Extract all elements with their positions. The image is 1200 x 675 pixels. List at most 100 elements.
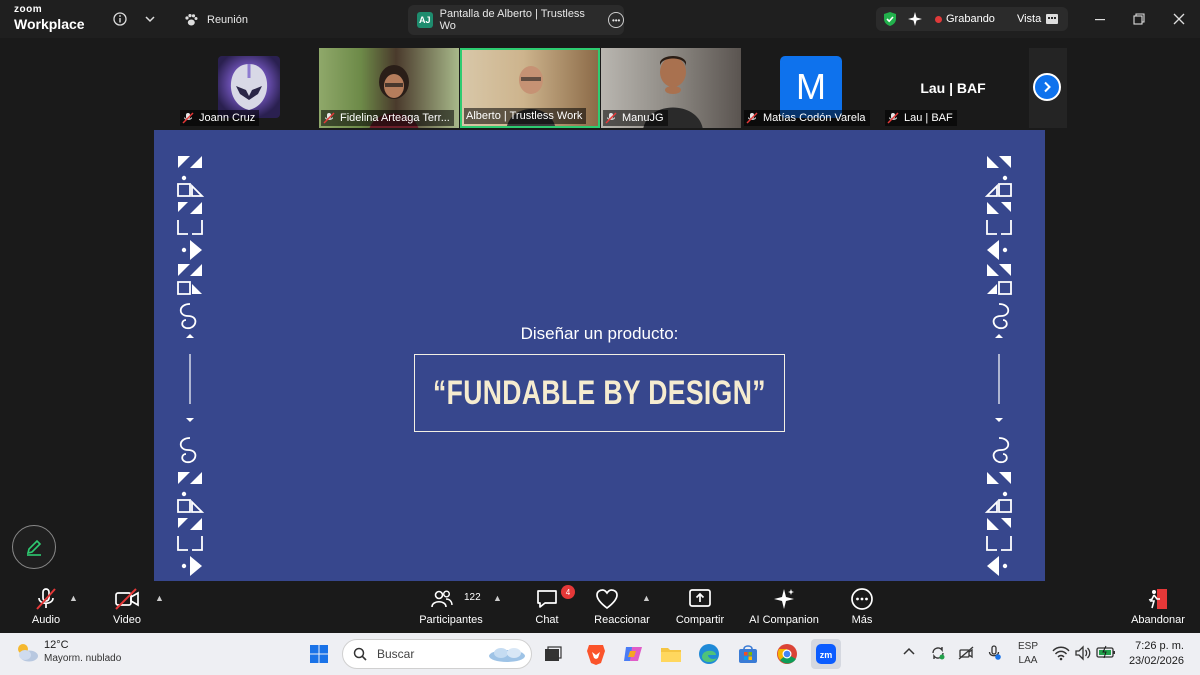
more-label: Más [851, 614, 873, 626]
restore-icon[interactable] [1129, 9, 1149, 29]
sync-icon[interactable] [930, 645, 946, 664]
participant-label: Joann Cruz [180, 110, 260, 126]
wifi-icon[interactable] [1052, 645, 1070, 664]
minimize-icon[interactable] [1090, 9, 1110, 29]
grid-view-icon [1046, 14, 1059, 24]
participant-name: Alberto | Trustless Work [466, 110, 583, 122]
windows-taskbar: 12°C Mayorm. nublado Buscar zm ESP LAA 7… [0, 633, 1200, 675]
battery-icon[interactable] [1096, 645, 1116, 662]
search-placeholder: Buscar [377, 647, 415, 661]
participant-tile[interactable]: M Matías Codón Varela [742, 48, 882, 128]
audio-label: Audio [31, 614, 61, 626]
mic-off-icon [182, 112, 194, 124]
tab-screen-share-label: Pantalla de Alberto | Trustless Wo [439, 8, 585, 32]
participant-tile[interactable]: Lau | BAF Lau | BAF [883, 48, 1023, 128]
paw-icon [184, 13, 198, 27]
slide-title: “FUNDABLE BY DESIGN” [433, 373, 766, 412]
more-options-icon[interactable]: ••• [608, 12, 624, 28]
mic-tray-icon[interactable] [986, 645, 1002, 664]
clock-date: 23/02/2026 [1128, 655, 1184, 668]
title-bar: zoom Workplace Reunión AJ Pantalla de Al… [0, 0, 1200, 38]
tab-meeting-label: Reunión [207, 14, 248, 26]
edge-browser-icon[interactable] [696, 641, 722, 667]
tab-meeting[interactable]: Reunión [184, 5, 248, 35]
mic-off-icon [323, 112, 335, 124]
ai-companion-button[interactable]: AI Companion [748, 587, 820, 629]
close-icon[interactable] [1169, 9, 1189, 29]
file-explorer-icon[interactable] [658, 641, 684, 667]
participant-tile-active-speaker[interactable]: Alberto | Trustless Work [460, 48, 600, 128]
participant-name: ManuJG [622, 112, 664, 124]
copilot-icon[interactable] [620, 641, 646, 667]
windows-start-icon[interactable] [306, 641, 332, 667]
heart-icon [595, 587, 619, 611]
decorative-border-right [984, 156, 1012, 576]
microsoft-store-icon[interactable] [735, 641, 761, 667]
info-icon[interactable] [110, 9, 130, 29]
zoom-app-icon[interactable]: zm [811, 639, 841, 669]
avatar [218, 56, 280, 118]
chat-label: Chat [535, 614, 559, 626]
language-indicator[interactable]: ESP LAA [1018, 640, 1038, 667]
share-label: Compartir [675, 614, 725, 626]
taskbar-search[interactable]: Buscar [342, 639, 532, 669]
view-button[interactable]: Vista [1016, 13, 1059, 25]
task-view-icon[interactable] [540, 641, 566, 667]
participant-label: ManuJG [603, 110, 668, 126]
participants-icon-group: 122 [414, 587, 488, 611]
view-label: Vista [1016, 13, 1042, 25]
sparkle-icon[interactable] [907, 11, 923, 27]
tab-screen-share[interactable]: AJ Pantalla de Alberto | Trustless Wo ••… [408, 5, 624, 35]
participants-count: 122 [464, 592, 481, 603]
video-button[interactable]: Video [111, 587, 143, 629]
slide-subtitle: Diseñar un producto: [520, 324, 679, 343]
chat-button[interactable]: 4 Chat [530, 585, 575, 629]
more-icon [850, 587, 874, 611]
leave-label: Abandonar [1131, 614, 1185, 626]
camera-off-tray-icon[interactable] [958, 645, 974, 664]
ai-companion-label: AI Companion [749, 614, 819, 626]
annotate-button[interactable] [12, 525, 56, 569]
tray-overflow-icon[interactable] [903, 645, 915, 659]
taskbar-clock[interactable]: 7:26 p. m. 23/02/2026 [1120, 639, 1184, 670]
participant-name: Matías Codón Varela [763, 112, 866, 124]
participants-label: Participantes [419, 614, 483, 626]
participant-name: Lau | BAF [904, 112, 953, 124]
participants-options-caret[interactable]: ▲ [493, 593, 502, 603]
sparkle-icon [772, 587, 796, 611]
participant-tile[interactable]: Joann Cruz [178, 48, 318, 128]
participant-label: Alberto | Trustless Work [464, 108, 587, 124]
react-options-caret[interactable]: ▲ [642, 593, 651, 603]
mic-off-icon [746, 112, 758, 124]
participant-tile[interactable]: Fidelina Arteaga Terr... [319, 48, 459, 128]
decorative-border-left [177, 156, 205, 576]
audio-button[interactable]: Audio [30, 587, 62, 629]
share-button[interactable]: Compartir [674, 587, 726, 629]
chrome-browser-icon[interactable] [774, 641, 800, 667]
audio-options-caret[interactable]: ▲ [69, 593, 78, 603]
brave-browser-icon[interactable] [583, 641, 609, 667]
recording-dot-icon [935, 15, 942, 23]
chat-icon: 4 [535, 585, 575, 611]
chevron-right-icon [1044, 81, 1051, 93]
lang-bottom: LAA [1018, 654, 1038, 666]
weather-widget[interactable]: 12°C Mayorm. nublado [14, 639, 121, 664]
pencil-icon [26, 539, 42, 556]
more-button[interactable]: Más [848, 587, 876, 629]
share-screen-icon [688, 587, 712, 611]
video-options-caret[interactable]: ▲ [155, 593, 164, 603]
status-pill: Grabando Vista [876, 7, 1068, 31]
participants-button[interactable]: 122 Participantes [414, 587, 488, 629]
next-participants-button[interactable] [1033, 73, 1061, 101]
chevron-down-icon[interactable] [140, 9, 160, 29]
participant-tile[interactable]: ManuJG [601, 48, 741, 128]
recording-indicator[interactable]: Grabando [935, 13, 995, 25]
leave-door-icon [1146, 587, 1170, 611]
leave-button[interactable]: Abandonar [1130, 587, 1186, 629]
volume-icon[interactable] [1074, 645, 1092, 664]
brand-bottom: Workplace [14, 16, 85, 32]
recording-label: Grabando [946, 13, 995, 25]
video-strip: Joann Cruz Fidelina Arteaga Terr... Albe… [0, 38, 1200, 132]
participant-name: Joann Cruz [199, 112, 256, 124]
weather-desc: Mayorm. nublado [44, 653, 122, 664]
